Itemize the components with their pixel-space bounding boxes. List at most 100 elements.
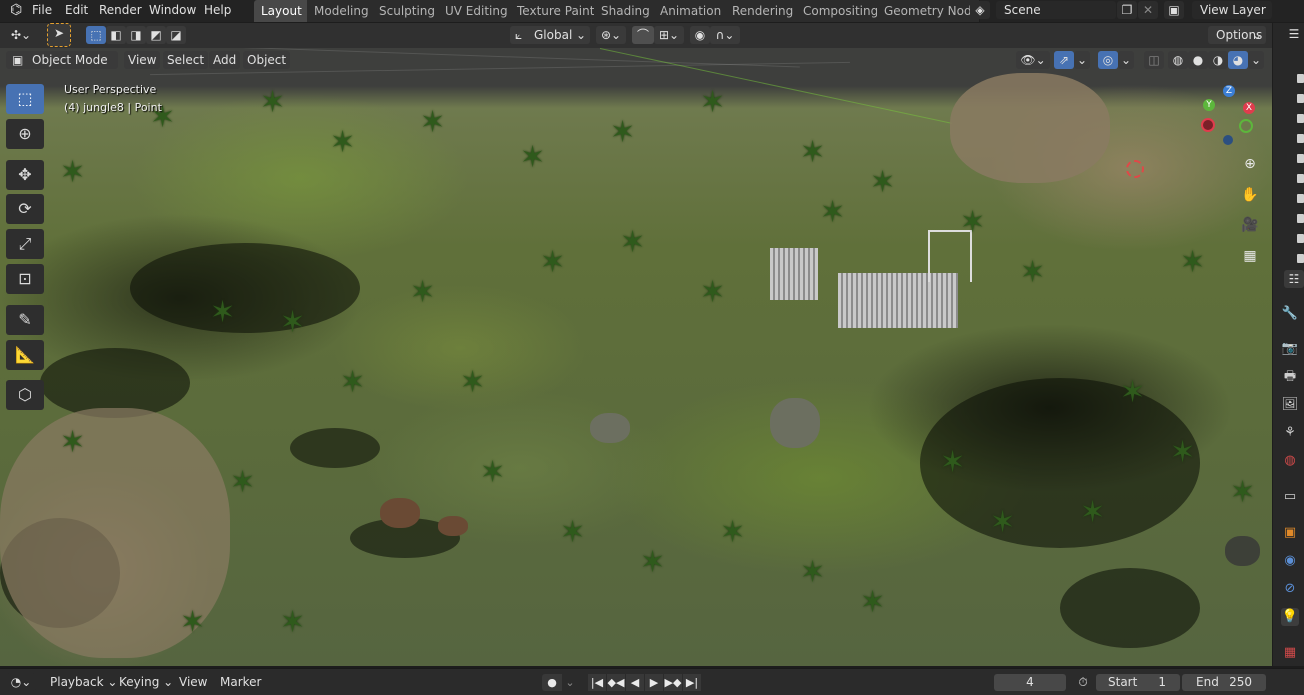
- physics-icon[interactable]: ⊘: [1281, 580, 1299, 598]
- visibility-icon[interactable]: 👁⌄: [1016, 51, 1050, 69]
- view-layer-icon[interactable]: 🖼: [1281, 396, 1299, 414]
- menu-file[interactable]: File: [28, 0, 56, 22]
- select-box-tool[interactable]: ⬚: [6, 84, 44, 114]
- tab-modeling[interactable]: Modeling: [307, 0, 377, 22]
- jump-end-icon[interactable]: ▶|: [683, 674, 701, 691]
- gizmo-y-axis[interactable]: Y: [1203, 99, 1215, 111]
- timeline-editor-type-icon[interactable]: ◔⌄: [6, 673, 36, 691]
- play-reverse-icon[interactable]: ◀: [626, 674, 644, 691]
- move-tool[interactable]: ✥: [6, 160, 44, 190]
- mode-subtract-selection-icon[interactable]: ◨: [126, 26, 146, 44]
- gizmo-neg-x[interactable]: [1201, 118, 1215, 132]
- menu-help[interactable]: Help: [200, 0, 235, 22]
- tab-texture-paint[interactable]: Texture Paint: [510, 0, 603, 22]
- properties-editor-icon[interactable]: ☷: [1284, 270, 1304, 288]
- annotate-tool[interactable]: ✎: [6, 305, 44, 335]
- output-icon[interactable]: 🖶: [1281, 368, 1299, 386]
- select-tool-icon[interactable]: ➤: [47, 23, 71, 47]
- gizmo-x-axis[interactable]: X: [1243, 102, 1255, 114]
- viewport-menu-select[interactable]: Select: [163, 51, 209, 69]
- outliner-visibility-checkbox[interactable]: [1297, 74, 1304, 83]
- jump-start-icon[interactable]: |◀: [588, 674, 606, 691]
- proportional-edit-icon[interactable]: ◉: [690, 26, 710, 44]
- rotate-tool[interactable]: ⟳: [6, 194, 44, 224]
- outliner-visibility-checkbox[interactable]: [1297, 214, 1304, 223]
- tab-uv-editing[interactable]: UV Editing: [438, 0, 516, 22]
- proportional-falloff-icon[interactable]: ∩⌄: [710, 26, 740, 44]
- blender-logo-icon[interactable]: ⌬: [6, 0, 26, 22]
- timeline-view-menu[interactable]: View: [179, 674, 207, 691]
- transform-tool[interactable]: ⊡: [6, 264, 44, 294]
- data-icon[interactable]: 💡: [1281, 608, 1299, 626]
- tab-compositing[interactable]: Compositing: [796, 0, 887, 22]
- texture-icon[interactable]: ▦: [1281, 644, 1299, 662]
- tab-shading[interactable]: Shading: [594, 0, 658, 22]
- jump-prev-keyframe-icon[interactable]: ◆◀: [607, 674, 625, 691]
- jump-next-keyframe-icon[interactable]: ▶◆: [664, 674, 682, 691]
- chevron-down-icon[interactable]: ⌄: [1074, 51, 1090, 69]
- scene-browse-icon[interactable]: ◈: [970, 1, 990, 19]
- stopwatch-icon[interactable]: ⏱: [1074, 674, 1092, 691]
- shading-solid-icon[interactable]: ●: [1188, 51, 1208, 69]
- collection-icon[interactable]: ▭: [1281, 488, 1299, 506]
- world-icon[interactable]: ◍: [1281, 452, 1299, 470]
- delete-scene-icon[interactable]: ✕: [1138, 1, 1158, 19]
- shading-rendered-icon[interactable]: ◕: [1228, 51, 1248, 69]
- mode-new-selection-icon[interactable]: ⬚: [86, 26, 106, 44]
- snap-target-icon[interactable]: ⊞⌄: [654, 26, 684, 44]
- snap-toggle-icon[interactable]: ⌒: [632, 26, 654, 44]
- render-icon[interactable]: 📷: [1281, 340, 1299, 358]
- play-icon[interactable]: ▶: [645, 674, 663, 691]
- view-layer-field[interactable]: View Layer: [1192, 1, 1272, 19]
- 3d-viewport[interactable]: ✶ ✶ ✶ ✶ ✶ ✶ ✶ ✶ ✶ ✶ ✶ ✶ ✶ ✶ ✶ ✶ ✶ ✶ ✶ ✶ …: [0, 48, 1272, 666]
- menu-edit[interactable]: Edit: [61, 0, 92, 22]
- outliner-visibility-checkbox[interactable]: [1297, 114, 1304, 123]
- timeline-keying-menu[interactable]: Keying ⌄: [119, 674, 173, 691]
- shading-material-icon[interactable]: ◑: [1208, 51, 1228, 69]
- mode-intersect-selection-icon[interactable]: ◪: [166, 26, 186, 44]
- object-mode-dropdown[interactable]: ▣ Object Mode: [6, 51, 118, 69]
- chevron-down-icon[interactable]: ⌄: [1248, 51, 1264, 69]
- new-scene-icon[interactable]: ❐: [1117, 1, 1137, 19]
- outliner-editor-icon[interactable]: ☰: [1284, 25, 1304, 43]
- shading-wireframe-icon[interactable]: ◍: [1168, 51, 1188, 69]
- xray-toggle-icon[interactable]: ◫: [1144, 51, 1164, 69]
- outliner-visibility-checkbox[interactable]: [1297, 234, 1304, 243]
- cursor-tool[interactable]: ⊕: [6, 119, 44, 149]
- tab-animation[interactable]: Animation: [653, 0, 730, 22]
- viewport-menu-add[interactable]: Add: [209, 51, 241, 69]
- outliner-visibility-checkbox[interactable]: [1297, 174, 1304, 183]
- scene-name-field[interactable]: Scene: [996, 1, 1116, 19]
- timeline-marker-menu[interactable]: Marker: [220, 674, 261, 691]
- scene-icon[interactable]: ⚘: [1281, 424, 1299, 442]
- tool-icon[interactable]: 🔧: [1281, 305, 1299, 323]
- chevron-down-icon[interactable]: ⌄: [1118, 51, 1134, 69]
- measure-tool[interactable]: 📐: [6, 340, 44, 370]
- mode-extend-selection-icon[interactable]: ◧: [106, 26, 126, 44]
- camera-view-icon[interactable]: 🎥: [1239, 214, 1261, 236]
- tab-geometry-nodes[interactable]: Geometry Nod: [877, 0, 980, 22]
- gizmo-toggle-icon[interactable]: ⇗: [1054, 51, 1074, 69]
- outliner-visibility-checkbox[interactable]: [1297, 94, 1304, 103]
- pivot-point-icon[interactable]: ⊛⌄: [596, 26, 626, 44]
- object-icon[interactable]: ▣: [1281, 524, 1299, 542]
- zoom-icon[interactable]: ⊕: [1239, 153, 1261, 175]
- scale-tool[interactable]: ⤢: [6, 229, 44, 259]
- add-cube-tool[interactable]: ⬡: [6, 380, 44, 410]
- tab-layout[interactable]: Layout: [254, 0, 310, 22]
- menu-window[interactable]: Window: [145, 0, 200, 22]
- mode-invert-selection-icon[interactable]: ◩: [146, 26, 166, 44]
- transform-orientation-dropdown[interactable]: ⟀ Global ⌄: [510, 26, 590, 44]
- tab-sculpting[interactable]: Sculpting: [372, 0, 444, 22]
- view-layer-browse-icon[interactable]: ▣: [1164, 1, 1184, 19]
- auto-keying-icon[interactable]: ●: [542, 674, 562, 691]
- 3d-cursor-icon[interactable]: [1126, 160, 1144, 178]
- overlays-toggle-icon[interactable]: ◎: [1098, 51, 1118, 69]
- tab-rendering[interactable]: Rendering: [725, 0, 802, 22]
- outliner-visibility-checkbox[interactable]: [1297, 154, 1304, 163]
- gizmo-z-axis[interactable]: Z: [1223, 85, 1235, 97]
- chevron-down-icon[interactable]: ⌄: [562, 674, 578, 691]
- modifier-icon[interactable]: ◉: [1281, 552, 1299, 570]
- outliner-visibility-checkbox[interactable]: [1297, 254, 1304, 263]
- editor-type-icon[interactable]: ✣⌄: [6, 26, 36, 44]
